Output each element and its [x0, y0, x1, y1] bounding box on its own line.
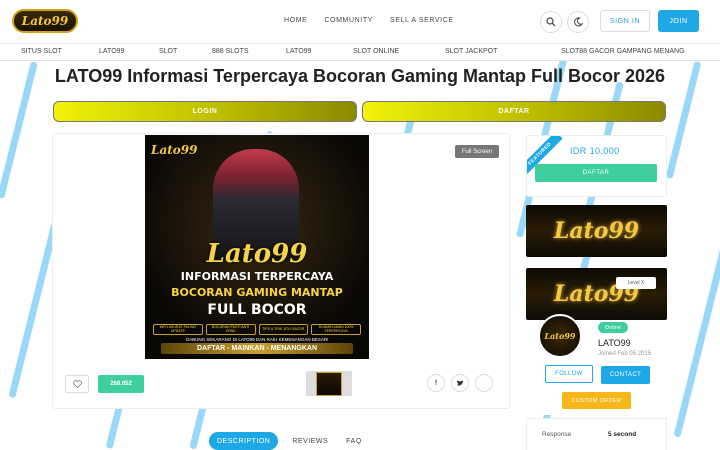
gallery-thumbnail[interactable] [306, 371, 352, 396]
banner-feature: DIJAMIN AMAN 100% TERPERCAYA [311, 324, 361, 335]
category-nav: SITUS SLOT LATO99 SLOT 888 SLOTS LATO99 … [0, 44, 720, 61]
full-screen-button[interactable]: Full Screen [455, 145, 499, 158]
response-label: Response [542, 431, 572, 438]
banner-subtext: GABUNG SEKARANG DI LATO99 DAN RAIH KEMEN… [185, 337, 329, 342]
subnav-lato99[interactable]: LATO99 [99, 48, 124, 55]
subnav-lato99-2[interactable]: LATO99 [286, 48, 311, 55]
share-icon[interactable] [475, 374, 493, 392]
banner-features: INFO AKURAT PALING UPDATE BOCORAN PASTI … [153, 324, 361, 335]
seller-cover-image: Lato99 [526, 268, 667, 320]
thumbnail-image [316, 371, 342, 396]
banner-line-2: BOCORAN GAMING MANTAP [171, 286, 343, 299]
response-value: 5 second [608, 431, 637, 438]
logo-text: Lato99 [21, 14, 69, 28]
top-header: Lato99 HOME COMMUNITY SELL A SERVICE SIG… [0, 0, 720, 44]
banner-brand: Lato99 [206, 239, 308, 269]
banner-feature: INFO AKURAT PALING UPDATE [153, 324, 203, 335]
daftar-button[interactable]: DAFTAR [362, 101, 666, 122]
banner-line-1: INFORMASI TERPERCAYA [180, 270, 334, 283]
follow-button[interactable]: FOLLOW [545, 365, 593, 383]
seller-name[interactable]: LATO99 [598, 338, 631, 348]
sidebar-logo-banner: Lato99 [526, 205, 667, 257]
subnav-slot-online[interactable]: SLOT ONLINE [353, 48, 399, 55]
nav-sell-a-service[interactable]: SELL A SERVICE [390, 17, 454, 24]
seller-joined: Joined Feb 05 2015 [598, 351, 652, 357]
subnav-slot-jackpot[interactable]: SLOT JACKPOT [445, 48, 497, 55]
banner-logo: Lato99 [151, 143, 198, 157]
subnav-slot[interactable]: SLOT [159, 48, 177, 55]
subnav-slot88-gacor[interactable]: SLOT88 GACOR GAMPANG MENANG [561, 48, 685, 55]
join-button[interactable]: JOIN [658, 10, 699, 32]
level-badge: Level X [616, 277, 656, 289]
login-button[interactable]: LOGIN [53, 101, 357, 122]
banner-feature: BOCORAN PASTI ANTI ZONK [205, 324, 256, 335]
status-badge: Online [598, 322, 628, 333]
banner-line-3: FULL BOCOR [207, 302, 307, 318]
site-logo[interactable]: Lato99 [12, 9, 78, 33]
tab-reviews[interactable]: REVIEWS [288, 432, 332, 450]
twitter-icon[interactable] [451, 374, 469, 392]
likes-count[interactable]: 268.652 [98, 375, 144, 393]
avatar[interactable]: Lato99 [538, 314, 582, 358]
custom-order-button[interactable]: CUSTOM ORDER [562, 392, 631, 409]
nav-community[interactable]: COMMUNITY [324, 17, 373, 24]
sidebar-daftar-button[interactable]: DAFTAR [535, 164, 657, 182]
tab-description[interactable]: DESCRIPTION [209, 432, 279, 450]
nav-home[interactable]: HOME [284, 17, 307, 24]
main-nav: HOME COMMUNITY SELL A SERVICE [284, 17, 454, 24]
subnav-situs-slot[interactable]: SITUS SLOT [21, 48, 62, 55]
price-value: IDR 10.000 [570, 146, 620, 156]
facebook-icon[interactable]: f [427, 374, 445, 392]
avatar-text: Lato99 [544, 331, 576, 341]
page-title: LATO99 Informasi Terpercaya Bocoran Gami… [54, 66, 666, 86]
main-banner-image[interactable]: Lato99 Lato99 INFORMASI TERPERCAYA BOCOR… [145, 135, 369, 359]
content-tabs: DESCRIPTION REVIEWS FAQ [209, 432, 366, 450]
sidebar-logo-text: Lato99 [553, 218, 640, 244]
subnav-888-slots[interactable]: 888 SLOTS [212, 48, 249, 55]
tab-faq[interactable]: FAQ [342, 432, 366, 450]
search-icon[interactable] [540, 11, 562, 33]
sign-in-button[interactable]: SIGN IN [600, 10, 650, 32]
moon-icon[interactable] [567, 11, 589, 33]
heart-icon[interactable] [65, 375, 89, 393]
banner-feature: TIPS & TRIK JITU GACOR [258, 324, 309, 335]
contact-button[interactable]: CONTACT [601, 366, 650, 384]
banner-cta: DAFTAR - MAINKAN - MENANGKAN [161, 343, 353, 354]
